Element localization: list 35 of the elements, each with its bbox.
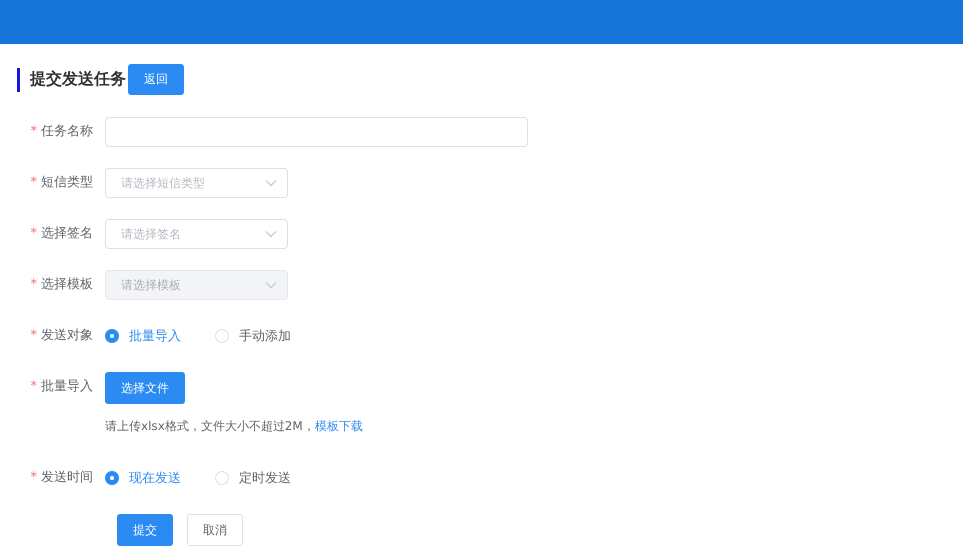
field-label: 任务名称: [41, 123, 93, 141]
radio-label[interactable]: 现在发送: [129, 469, 181, 487]
select-field[interactable]: 请选择短信类型: [105, 168, 288, 198]
choose-file-button[interactable]: 选择文件: [105, 372, 185, 404]
radio-label[interactable]: 手动添加: [239, 327, 291, 345]
field-label: 发送对象: [41, 327, 93, 345]
back-button[interactable]: 返回: [128, 64, 184, 95]
submit-button[interactable]: 提交: [117, 514, 173, 546]
radio-button[interactable]: [105, 329, 119, 343]
required-mark: *: [30, 225, 37, 243]
radio-label[interactable]: 定时发送: [239, 469, 291, 487]
cancel-button[interactable]: 取消: [187, 514, 243, 546]
field-label: 发送时间: [41, 469, 93, 487]
radio-label[interactable]: 批量导入: [129, 327, 181, 345]
required-mark: *: [30, 378, 37, 396]
required-mark: *: [30, 174, 37, 192]
select-field[interactable]: 请选择签名: [105, 219, 288, 249]
upload-hint: 请上传xlsx格式，文件大小不超过2M，模板下载: [105, 418, 363, 435]
chevron-down-icon: [265, 230, 277, 238]
field-label: 短信类型: [41, 174, 93, 192]
chevron-down-icon: [265, 281, 277, 289]
chevron-down-icon: [265, 179, 277, 187]
field-label: 批量导入: [41, 378, 93, 396]
required-mark: *: [30, 123, 37, 141]
field-label: 选择签名: [41, 225, 93, 243]
text-field[interactable]: [105, 117, 528, 147]
required-mark: *: [30, 327, 37, 345]
required-mark: *: [30, 276, 37, 294]
required-mark: *: [30, 469, 37, 487]
select-field: 请选择模板: [105, 270, 288, 300]
field-label: 选择模板: [41, 276, 93, 294]
template-download-link[interactable]: 模板下载: [314, 419, 363, 433]
radio-button[interactable]: [105, 471, 119, 485]
page-title: 提交发送任务: [30, 69, 126, 90]
title-accent-bar: [17, 68, 20, 92]
